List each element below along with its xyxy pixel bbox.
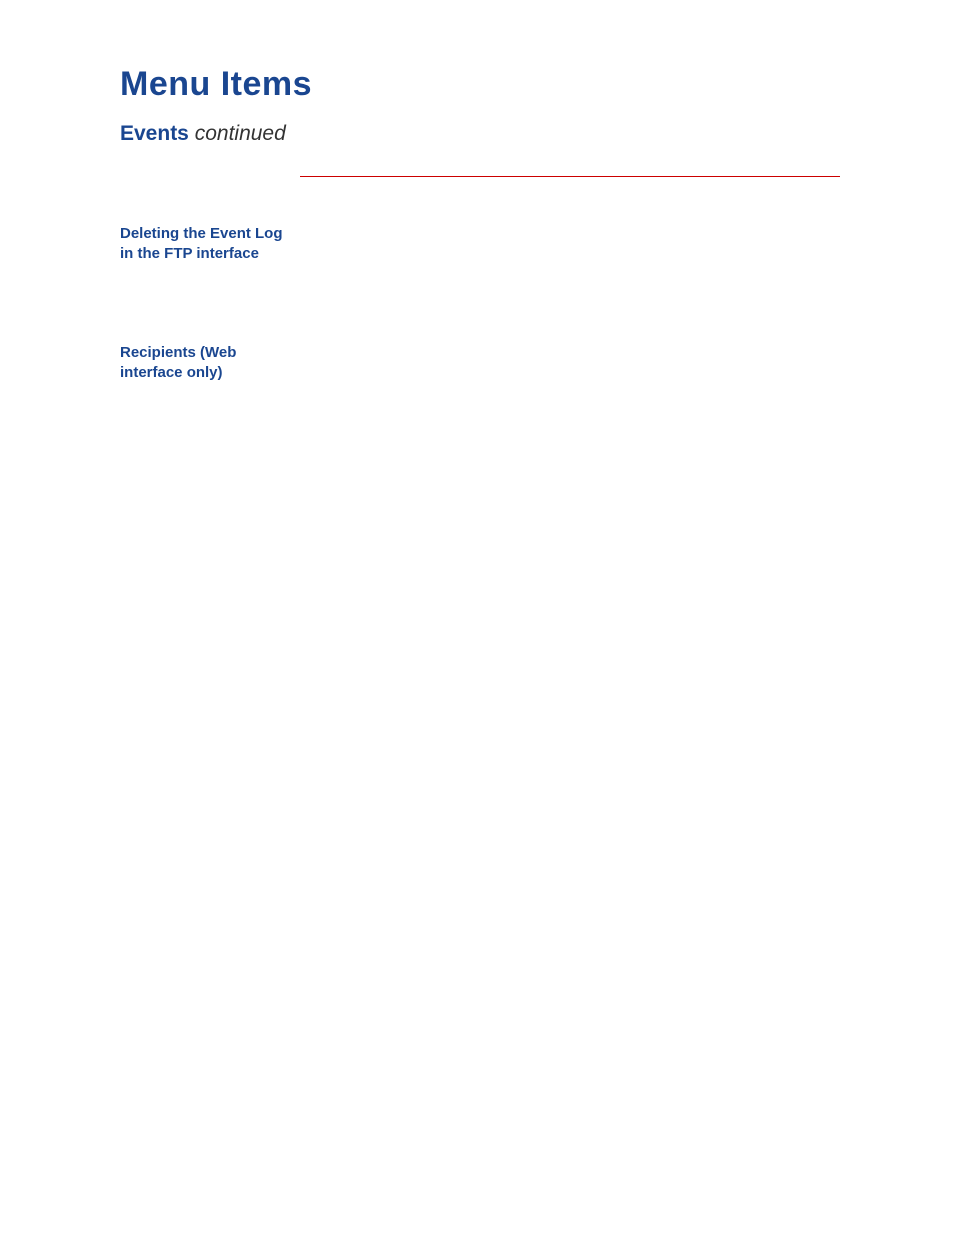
section-name: Events <box>120 122 189 145</box>
page-subtitle: Events continued <box>120 122 844 146</box>
divider-rule <box>300 176 840 177</box>
page-title: Menu Items <box>120 65 844 104</box>
section-status: continued <box>195 122 286 145</box>
sidebar-heading-recipients: Recipients (Web interface only) <box>120 343 290 384</box>
sidebar-heading-delete-event-log: Deleting the Event Log in the FTP interf… <box>120 224 290 265</box>
sidebar: Deleting the Event Log in the FTP interf… <box>120 224 290 383</box>
document-page: Menu Items Events continued Deleting the… <box>0 0 954 1235</box>
